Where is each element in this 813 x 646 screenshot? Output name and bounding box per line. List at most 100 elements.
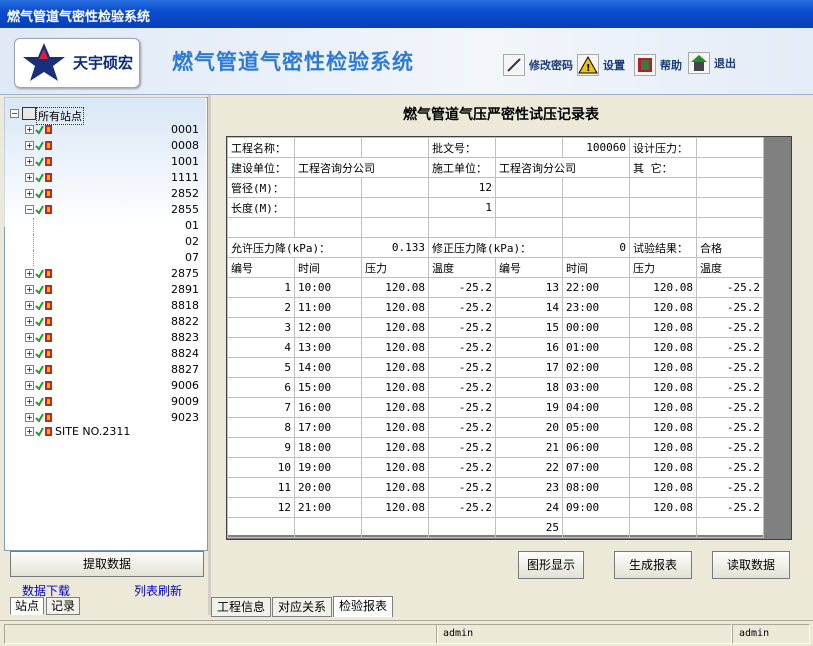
- list-refresh-link[interactable]: 列表刷新: [134, 582, 182, 599]
- table-cell[interactable]: 20:00: [294, 477, 362, 498]
- expand-icon[interactable]: +: [25, 173, 34, 182]
- table-cell[interactable]: 14: [495, 297, 563, 318]
- table-cell[interactable]: -25.2: [696, 337, 764, 358]
- table-cell[interactable]: 3: [227, 317, 295, 338]
- tree-item[interactable]: +2852: [5, 186, 205, 202]
- table-cell[interactable]: 18: [495, 377, 563, 398]
- table-cell[interactable]: -25.2: [428, 357, 496, 378]
- table-cell[interactable]: 11: [227, 477, 295, 498]
- tree-item[interactable]: +2891: [5, 282, 205, 298]
- table-cell[interactable]: 20: [495, 417, 563, 438]
- table-cell[interactable]: -25.2: [696, 457, 764, 478]
- table-cell[interactable]: 19: [495, 397, 563, 418]
- table-cell[interactable]: -25.2: [696, 437, 764, 458]
- table-row[interactable]: 2 11:00 120.08 -25.2 14 23:00 120.08 -25.2: [227, 297, 764, 318]
- collapse-icon[interactable]: −: [25, 205, 34, 214]
- tree-item[interactable]: +2875: [5, 266, 205, 282]
- table-cell[interactable]: 16: [495, 337, 563, 358]
- table-cell[interactable]: 120.08: [361, 377, 429, 398]
- table-row[interactable]: 9 18:00 120.08 -25.2 21 06:00 120.08 -25.2: [227, 437, 764, 458]
- table-row[interactable]: 3 12:00 120.08 -25.2 15 00:00 120.08 -25.2: [227, 317, 764, 338]
- tab-records[interactable]: 记录: [46, 597, 81, 615]
- tree-item[interactable]: +8824: [5, 346, 205, 362]
- table-cell[interactable]: [361, 517, 429, 538]
- table-row[interactable]: 6 15:00 120.08 -25.2 18 03:00 120.08 -25.2: [227, 377, 764, 398]
- table-cell[interactable]: 04:00: [562, 397, 630, 418]
- corrected-drop-value[interactable]: 0: [562, 237, 630, 258]
- table-cell[interactable]: 10: [227, 457, 295, 478]
- table-row[interactable]: 10 19:00 120.08 -25.2 22 07:00 120.08 -25.2: [227, 457, 764, 478]
- table-cell[interactable]: [428, 517, 496, 538]
- constructor-value[interactable]: 工程咨询分公司: [495, 157, 630, 178]
- table-cell[interactable]: -25.2: [428, 337, 496, 358]
- table-cell[interactable]: 12: [227, 497, 295, 518]
- table-row[interactable]: 11 20:00 120.08 -25.2 23 08:00 120.08 -25.2: [227, 477, 764, 498]
- table-cell[interactable]: -25.2: [696, 277, 764, 298]
- table-cell[interactable]: 120.08: [629, 457, 697, 478]
- table-cell[interactable]: -25.2: [696, 377, 764, 398]
- table-cell[interactable]: 2: [227, 297, 295, 318]
- exit-button[interactable]: 退出: [688, 52, 736, 74]
- tree-item[interactable]: +1111: [5, 170, 205, 186]
- table-cell[interactable]: -25.2: [428, 317, 496, 338]
- table-row[interactable]: 7 16:00 120.08 -25.2 19 04:00 120.08 -25.2: [227, 397, 764, 418]
- expand-icon[interactable]: +: [25, 413, 34, 422]
- expand-icon[interactable]: +: [25, 317, 34, 326]
- table-cell[interactable]: 22:00: [562, 277, 630, 298]
- table-cell[interactable]: 09:00: [562, 497, 630, 518]
- table-cell[interactable]: 08:00: [562, 477, 630, 498]
- table-cell[interactable]: 07:00: [562, 457, 630, 478]
- table-cell[interactable]: -25.2: [428, 297, 496, 318]
- table-cell[interactable]: -25.2: [428, 437, 496, 458]
- table-cell[interactable]: 9: [227, 437, 295, 458]
- builder-value[interactable]: 工程咨询分公司: [294, 157, 429, 178]
- table-cell[interactable]: 21: [495, 437, 563, 458]
- table-cell[interactable]: 01:00: [562, 337, 630, 358]
- tab-inspection-report[interactable]: 检验报表: [333, 596, 394, 617]
- table-cell[interactable]: [629, 517, 697, 538]
- generate-report-button[interactable]: 生成报表: [614, 551, 692, 579]
- expand-icon[interactable]: +: [25, 397, 34, 406]
- table-cell[interactable]: -25.2: [696, 357, 764, 378]
- table-cell[interactable]: 23:00: [562, 297, 630, 318]
- table-cell[interactable]: 17: [495, 357, 563, 378]
- table-cell[interactable]: 22: [495, 457, 563, 478]
- tree-item[interactable]: +1001: [5, 154, 205, 170]
- table-cell[interactable]: 120.08: [629, 357, 697, 378]
- expand-icon[interactable]: +: [25, 301, 34, 310]
- table-cell[interactable]: -25.2: [696, 497, 764, 518]
- table-row[interactable]: 1 10:00 120.08 -25.2 13 22:00 120.08 -25.2: [227, 277, 764, 298]
- extract-data-button[interactable]: 提取数据: [10, 551, 204, 577]
- table-row[interactable]: 5 14:00 120.08 -25.2 17 02:00 120.08 -25.2: [227, 357, 764, 378]
- table-cell[interactable]: 120.08: [629, 477, 697, 498]
- expand-icon[interactable]: +: [25, 365, 34, 374]
- allowed-drop-value[interactable]: 0.133: [361, 237, 429, 258]
- table-cell[interactable]: 120.08: [629, 277, 697, 298]
- table-cell[interactable]: 120.08: [629, 337, 697, 358]
- diameter-value[interactable]: 12: [428, 177, 496, 198]
- splitter[interactable]: [208, 95, 211, 615]
- tab-project-info[interactable]: 工程信息: [211, 597, 272, 617]
- table-cell[interactable]: [227, 517, 295, 538]
- tree-item[interactable]: +9006: [5, 378, 205, 394]
- tree-item[interactable]: +8827: [5, 362, 205, 378]
- table-cell[interactable]: -25.2: [696, 417, 764, 438]
- table-cell[interactable]: -25.2: [428, 377, 496, 398]
- tree-child-item[interactable]: 07: [5, 250, 205, 266]
- graph-display-button[interactable]: 图形显示: [518, 551, 584, 579]
- report-table[interactable]: 工程名称： 批文号： 100060 设计压力： 建设单位： 工程咨询分公司 施工…: [227, 137, 764, 538]
- table-cell[interactable]: [562, 517, 630, 538]
- tree-child-item[interactable]: 01: [5, 218, 205, 234]
- report-grid[interactable]: 工程名称： 批文号： 100060 设计压力： 建设单位： 工程咨询分公司 施工…: [226, 136, 792, 540]
- table-cell[interactable]: 120.08: [361, 277, 429, 298]
- table-cell[interactable]: -25.2: [428, 477, 496, 498]
- table-cell[interactable]: -25.2: [428, 277, 496, 298]
- table-cell[interactable]: -25.2: [428, 457, 496, 478]
- table-cell[interactable]: -25.2: [696, 297, 764, 318]
- table-cell[interactable]: 11:00: [294, 297, 362, 318]
- table-cell[interactable]: 17:00: [294, 417, 362, 438]
- tree-item[interactable]: +9009: [5, 394, 205, 410]
- table-cell[interactable]: 6: [227, 377, 295, 398]
- help-button[interactable]: 帮助: [634, 54, 682, 76]
- table-cell[interactable]: 120.08: [361, 297, 429, 318]
